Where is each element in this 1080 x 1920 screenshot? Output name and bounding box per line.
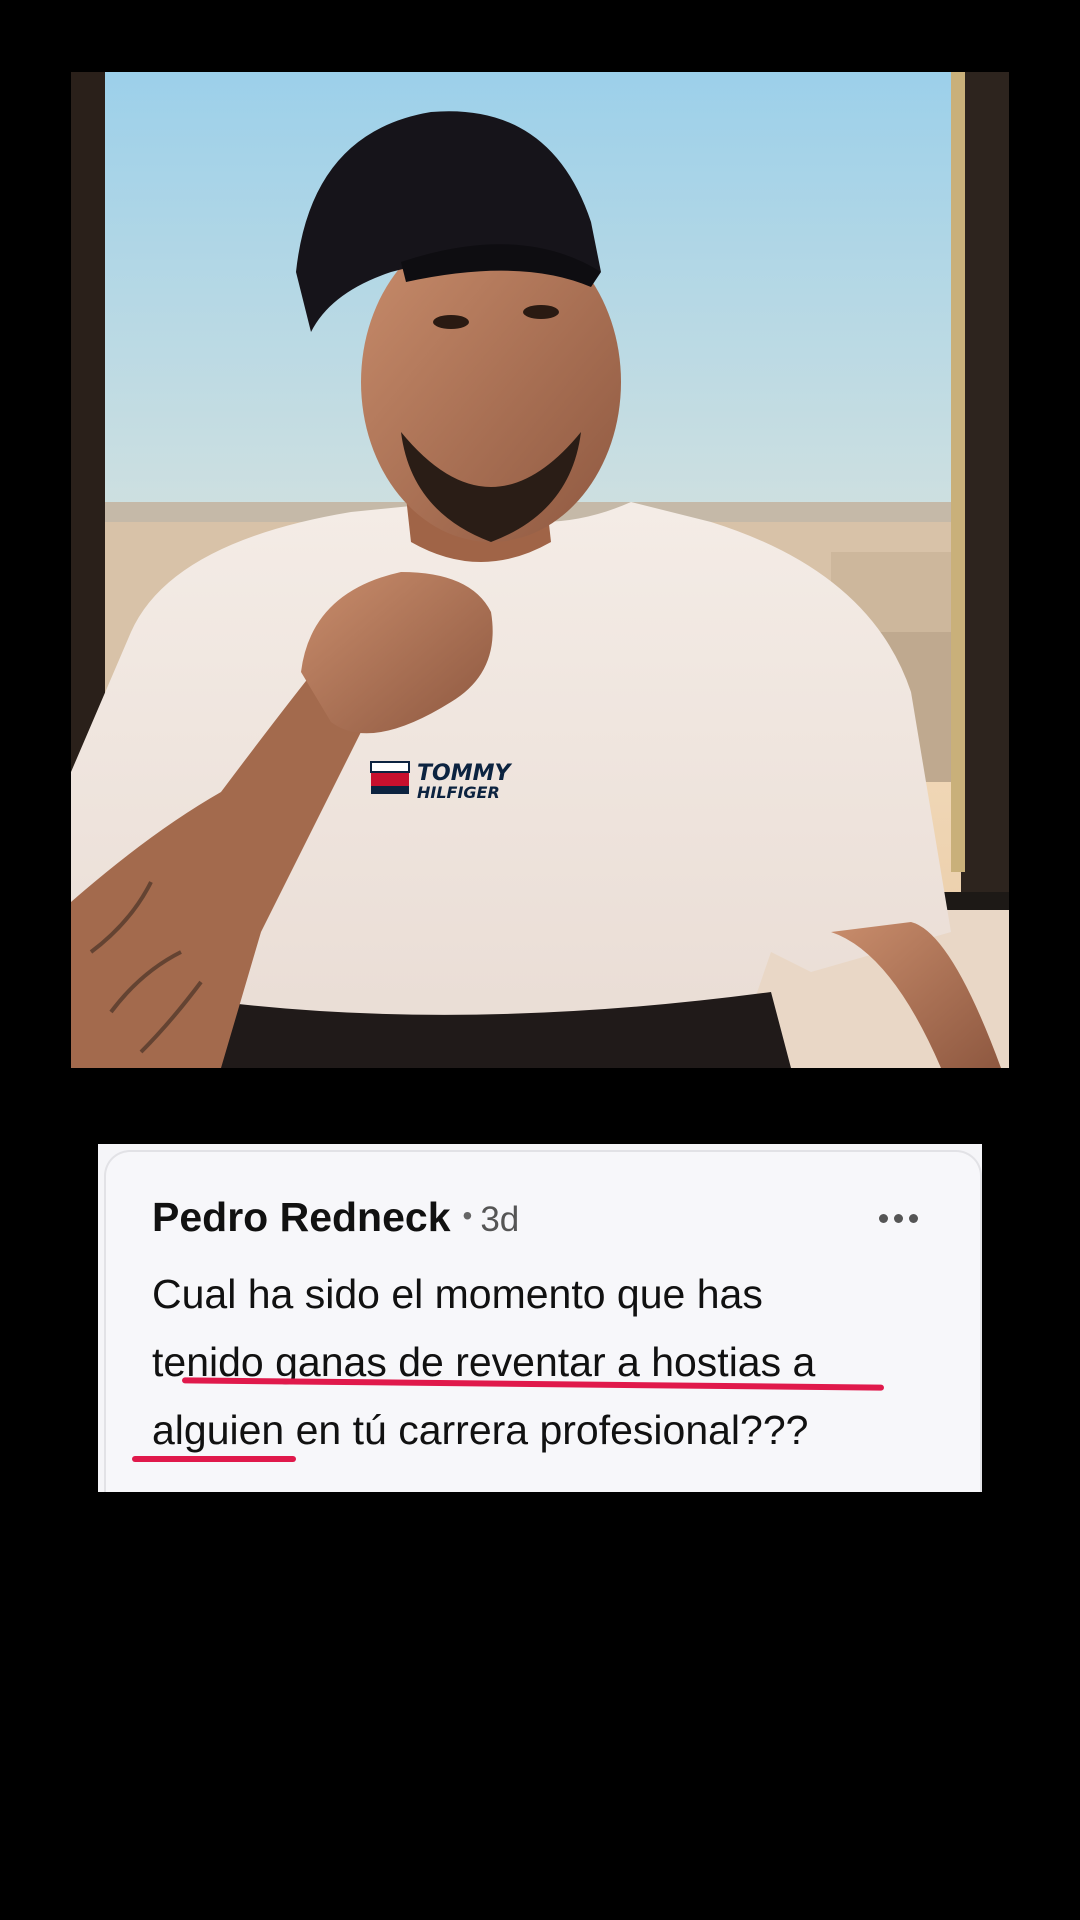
shirt-brand-bottom: HILFIGER	[417, 783, 500, 802]
comment-card: Pedro Redneck • 3d Cual ha sido el momen…	[98, 1144, 982, 1492]
comment-text: Cual ha sido el momento que has tenido g…	[152, 1260, 942, 1464]
comment-line-3: alguien en tú carrera profesional???	[152, 1396, 942, 1464]
red-underline-2	[132, 1456, 296, 1462]
comment-line-1: Cual ha sido el momento que has	[152, 1271, 763, 1317]
comment-author[interactable]: Pedro Redneck	[152, 1194, 451, 1241]
highlighted-text-2: alguien	[152, 1407, 285, 1453]
video-still: TOMMY HILFIGER	[71, 72, 1009, 1068]
comment-header: Pedro Redneck • 3d	[152, 1194, 519, 1241]
highlighted-text-1: ganas de reventar a hostias a	[275, 1339, 816, 1385]
more-horizontal-icon[interactable]	[879, 1214, 918, 1223]
comment-age: 3d	[480, 1200, 520, 1239]
comment-inner: Pedro Redneck • 3d Cual ha sido el momen…	[104, 1150, 982, 1492]
comment-line-3-plain: en tú carrera profesional???	[284, 1407, 809, 1453]
separator-dot: •	[462, 1200, 473, 1231]
video-frame[interactable]: TOMMY HILFIGER	[71, 72, 1009, 1068]
